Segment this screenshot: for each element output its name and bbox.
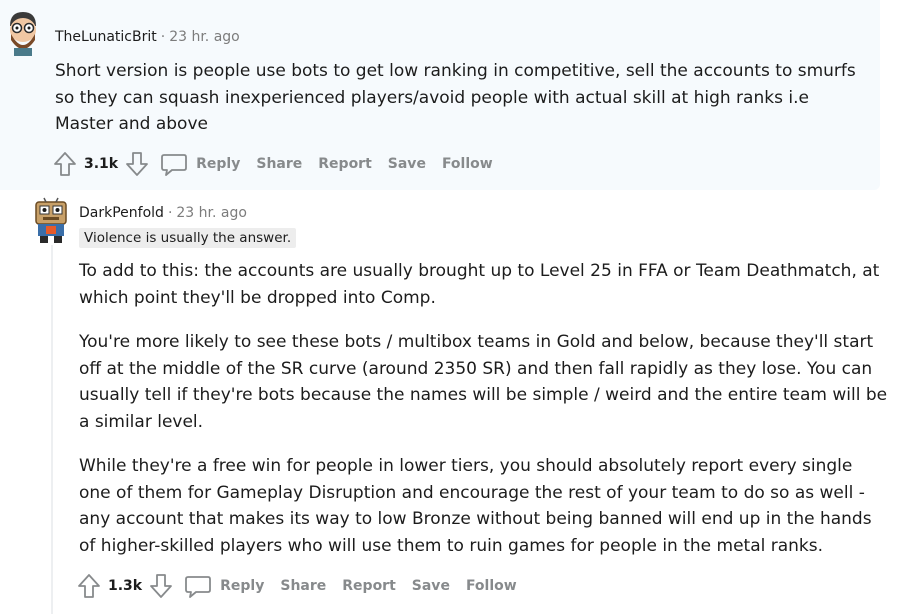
follow-button[interactable]: Follow (466, 578, 517, 594)
comment-icon[interactable] (184, 572, 214, 600)
meta-separator: · (167, 205, 173, 221)
avatar-icon (10, 12, 36, 56)
user-avatar[interactable] (4, 8, 42, 60)
avatar-icon (35, 197, 67, 243)
comment-actions: 1.3k Reply Share Report Save Follow (76, 572, 533, 600)
upvote-icon[interactable] (76, 572, 102, 600)
follow-button[interactable]: Follow (442, 156, 493, 172)
comment-body: Short version is people use bots to get … (55, 58, 865, 156)
comment-paragraph: To add to this: the accounts are usually… (79, 261, 880, 308)
reply-button[interactable]: Reply (196, 156, 240, 172)
comment-paragraph: While they're a free win for people in l… (79, 456, 872, 556)
user-avatar[interactable] (32, 196, 70, 248)
downvote-icon[interactable] (148, 572, 174, 600)
comment-paragraph: Short version is people use bots to get … (55, 61, 856, 134)
comment-meta: TheLunaticBrit · 23 hr. ago (55, 29, 240, 45)
meta-separator: · (160, 29, 166, 45)
save-button[interactable]: Save (388, 156, 426, 172)
share-button[interactable]: Share (280, 578, 326, 594)
author-name[interactable]: TheLunaticBrit (55, 29, 157, 45)
author-name[interactable]: DarkPenfold (79, 205, 164, 221)
comment-meta: DarkPenfold · 23 hr. ago (79, 205, 247, 221)
thread-line[interactable] (51, 245, 53, 614)
share-button[interactable]: Share (256, 156, 302, 172)
report-button[interactable]: Report (342, 578, 396, 594)
timestamp[interactable]: 23 hr. ago (169, 29, 240, 45)
downvote-icon[interactable] (124, 150, 150, 178)
comment-actions: 3.1k Reply Share Report Save Follow (52, 150, 509, 178)
upvote-icon[interactable] (52, 150, 78, 178)
vote-count: 1.3k (108, 578, 143, 594)
comment-icon[interactable] (160, 150, 190, 178)
timestamp[interactable]: 23 hr. ago (176, 205, 247, 221)
report-button[interactable]: Report (318, 156, 372, 172)
user-flair: Violence is usually the answer. (79, 228, 297, 248)
comment-body: To add to this: the accounts are usually… (79, 258, 889, 577)
reply-button[interactable]: Reply (220, 578, 264, 594)
vote-count: 3.1k (84, 156, 119, 172)
save-button[interactable]: Save (412, 578, 450, 594)
comment-paragraph: You're more likely to see these bots / m… (79, 332, 888, 432)
